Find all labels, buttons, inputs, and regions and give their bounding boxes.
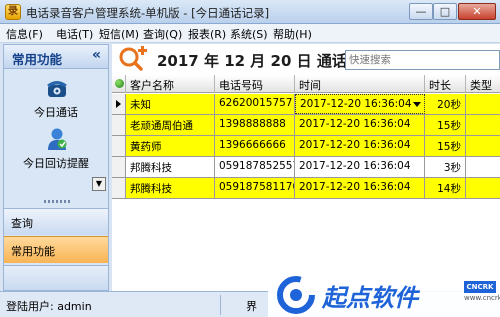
column-header-customer[interactable]: 客户名称: [126, 75, 215, 93]
cell-duration[interactable]: 15秒: [425, 136, 466, 156]
cell-duration[interactable]: 20秒: [425, 94, 466, 114]
sidebar-footer: [4, 265, 108, 290]
watermark-logo-icon: [277, 276, 315, 314]
status-panel: 界: [246, 300, 257, 313]
current-row-arrow-icon: [116, 100, 121, 108]
watermark-text: 起点软件: [322, 284, 418, 312]
menu-info[interactable]: 信息(F): [6, 26, 43, 42]
search-add-icon[interactable]: [118, 46, 148, 72]
cell-time[interactable]: 2017-12-20 16:36:04: [295, 157, 425, 177]
watermark-url: www.cncrk.com: [464, 294, 500, 302]
person-reminder-icon: [48, 128, 67, 150]
column-header-type[interactable]: 类型: [466, 75, 500, 93]
cell-duration[interactable]: 3秒: [425, 157, 466, 177]
row-indicator: [112, 115, 126, 135]
collapse-icon[interactable]: «: [92, 47, 101, 63]
main-toolbar: 2017 年 12 月 20 日 通话记录: [112, 44, 500, 74]
sidebar-header: 常用功能 «: [4, 45, 108, 69]
row-indicator: [112, 136, 126, 156]
menu-help[interactable]: 帮助(H): [273, 26, 312, 42]
watermark-badge: CNCRK: [464, 281, 496, 293]
app-icon: 录: [5, 4, 21, 20]
minimize-button[interactable]: —: [409, 3, 433, 20]
quick-search-input[interactable]: [345, 50, 500, 70]
nav-label: 常用功能: [11, 245, 55, 258]
menu-sms[interactable]: 短信(M): [99, 26, 139, 42]
sidebar-item-label: 今日通话: [34, 106, 78, 119]
nav-query[interactable]: 查询: [4, 208, 108, 235]
menu-system[interactable]: 系统(S): [230, 26, 268, 42]
menu-bar: 信息(F) 电话(T) 短信(M) 查询(Q) 报表(R) 系统(S) 帮助(H…: [0, 24, 500, 43]
table-header: 客户名称 电话号码 时间 时长 类型: [112, 75, 500, 93]
cell-type[interactable]: [466, 136, 500, 156]
column-header-phone[interactable]: 电话号码: [215, 75, 295, 93]
cell-time[interactable]: 2017-12-20 16:36:04: [295, 178, 425, 198]
row-indicator: [112, 178, 126, 198]
row-indicator: [112, 157, 126, 177]
sidebar-item-label: 今日回访提醒: [23, 157, 89, 170]
cell-customer[interactable]: 未知: [126, 94, 215, 114]
cell-phone[interactable]: 1396666666: [215, 136, 295, 156]
column-header-duration[interactable]: 时长: [425, 75, 466, 93]
cell-phone[interactable]: 059187581170: [215, 178, 295, 198]
cell-customer[interactable]: 邦腾科技: [126, 178, 215, 198]
cell-time: 2017-12-20 16:36:04: [300, 98, 412, 110]
cell-time[interactable]: 2017-12-20 16:36:04: [295, 115, 425, 135]
main-panel: 2017 年 12 月 20 日 通话记录 客户名称 电话号码 时间 时长 类型…: [112, 44, 500, 291]
status-dot-icon: [115, 79, 124, 88]
sidebar: 常用功能 « 今日通话 今日回访提醒 ▼ 查询 常用功能: [3, 44, 109, 291]
sidebar-title: 常用功能: [12, 52, 63, 67]
window-title: 电话录音客户管理系统-单机版 - [今日通话记录]: [26, 6, 270, 20]
cell-phone[interactable]: 1398888888: [215, 115, 295, 135]
table-row[interactable]: 黄药师 1396666666 2017-12-20 16:36:04 15秒: [112, 136, 500, 157]
cell-phone[interactable]: 62620015757: [215, 94, 295, 114]
splitter-grip[interactable]: [44, 200, 70, 203]
cell-customer[interactable]: 老顽通周伯通: [126, 115, 215, 135]
nav-common-functions[interactable]: 常用功能: [4, 236, 108, 263]
telephone-icon: [47, 81, 67, 97]
maximize-button[interactable]: □: [433, 3, 457, 20]
row-indicator-header: [112, 75, 126, 93]
status-divider: [220, 295, 221, 315]
cell-type[interactable]: [466, 157, 500, 177]
table-row[interactable]: 邦腾科技 059187852557 2017-12-20 16:36:04 3秒: [112, 157, 500, 178]
cell-type[interactable]: [466, 115, 500, 135]
cell-customer[interactable]: 黄药师: [126, 136, 215, 156]
menu-query[interactable]: 查询(Q): [143, 26, 182, 42]
cell-phone[interactable]: 059187852557: [215, 157, 295, 177]
scroll-down-button[interactable]: ▼: [92, 177, 106, 191]
watermark: 起点软件 CNCRK www.cncrk.com: [268, 271, 500, 317]
dropdown-arrow-icon[interactable]: [413, 102, 421, 107]
cell-time-editor[interactable]: 2017-12-20 16:36:04: [295, 94, 425, 114]
logged-in-user: 登陆用户: admin: [6, 300, 92, 313]
call-records-table: 客户名称 电话号码 时间 时长 类型 未知 62620015757 2017-1…: [112, 75, 500, 291]
row-indicator: [112, 94, 126, 114]
cell-type[interactable]: [466, 178, 500, 198]
page-title: 2017 年 12 月 20 日 通话记录: [157, 52, 377, 70]
cell-duration[interactable]: 14秒: [425, 178, 466, 198]
column-header-time[interactable]: 时间: [295, 75, 425, 93]
close-button[interactable]: ✕: [458, 3, 496, 20]
table-row[interactable]: 未知 62620015757 2017-12-20 16:36:04 20秒: [112, 94, 500, 115]
table-row[interactable]: 邦腾科技 059187581170 2017-12-20 16:36:04 14…: [112, 178, 500, 199]
table-row[interactable]: 老顽通周伯通 1398888888 2017-12-20 16:36:04 15…: [112, 115, 500, 136]
cell-time[interactable]: 2017-12-20 16:36:04: [295, 136, 425, 156]
title-bar: 录 电话录音客户管理系统-单机版 - [今日通话记录] — □ ✕: [0, 0, 500, 24]
cell-duration[interactable]: 15秒: [425, 115, 466, 135]
cell-type[interactable]: [466, 94, 500, 114]
menu-phone[interactable]: 电话(T): [56, 26, 93, 42]
cell-customer[interactable]: 邦腾科技: [126, 157, 215, 177]
nav-label: 查询: [11, 217, 33, 230]
menu-report[interactable]: 报表(R): [188, 26, 226, 42]
